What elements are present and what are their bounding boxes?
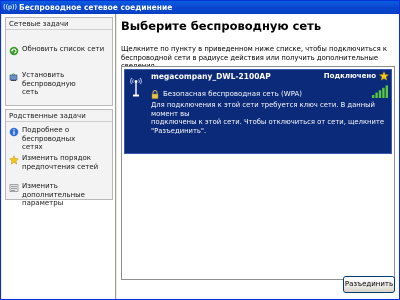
security-lock-icon bbox=[151, 90, 159, 99]
learn-wireless-task[interactable]: Подробнее о беспроводных сетях bbox=[9, 126, 112, 151]
setup-wireless-network-task[interactable]: Установить беспроводную сеть bbox=[9, 71, 112, 96]
main-pane: Выберите беспроводную сеть Щелкните по п… bbox=[117, 14, 399, 299]
window: ((p)) Беспроводное сетевое соединение Се… bbox=[0, 0, 400, 300]
network-info-text: Для подключения к этой сети требуется кл… bbox=[151, 101, 385, 135]
settings-icon bbox=[9, 184, 19, 192]
page-title: Выберите беспроводную сеть bbox=[121, 19, 322, 33]
network-tasks-title: Сетевые задачи bbox=[9, 20, 69, 28]
info-icon bbox=[9, 127, 19, 137]
refresh-icon bbox=[9, 46, 19, 56]
preferred-star-icon bbox=[379, 71, 389, 81]
network-ssid: megacompany_DWL-2100AP bbox=[151, 72, 271, 81]
divider bbox=[6, 29, 112, 30]
refresh-network-list-task[interactable]: Обновить список сети bbox=[9, 45, 112, 57]
connection-status: Подключено bbox=[323, 72, 376, 80]
signal-bar bbox=[375, 92, 378, 98]
signal-bar bbox=[378, 90, 382, 98]
title-bar[interactable]: ((p)) Беспроводное сетевое соединение bbox=[1, 1, 399, 14]
related-tasks-panel: Родственные задачи Подробнее о беспровод… bbox=[5, 109, 113, 207]
signal-strength-icon bbox=[372, 85, 388, 98]
divider bbox=[6, 121, 112, 122]
setup-network-icon bbox=[9, 73, 18, 81]
wireless-antenna-icon bbox=[130, 77, 142, 97]
signal-bar bbox=[382, 87, 385, 98]
setup-wireless-network-label: Установить беспроводную сеть bbox=[22, 71, 76, 96]
window-title: Беспроводное сетевое соединение bbox=[19, 3, 173, 12]
change-preferred-order-task[interactable]: Изменить порядок предпочтения сетей bbox=[9, 154, 112, 174]
network-list-item[interactable]: megacompany_DWL-2100AP Подключено Безопа… bbox=[124, 69, 392, 154]
change-advanced-settings-label: Изменить дополнительные параметры bbox=[22, 182, 85, 207]
security-type: Безопасная беспроводная сеть (WPA) bbox=[163, 90, 302, 98]
change-advanced-settings-task[interactable]: Изменить дополнительные параметры bbox=[9, 182, 112, 207]
disconnect-button[interactable]: Разъединить bbox=[343, 276, 395, 293]
change-preferred-order-label: Изменить порядок предпочтения сетей bbox=[22, 154, 99, 171]
related-tasks-title: Родственные задачи bbox=[9, 112, 86, 120]
network-tasks-panel: Сетевые задачи Обновить список сети Уста… bbox=[5, 17, 113, 106]
signal-bar bbox=[385, 85, 388, 98]
tasks-pane: Сетевые задачи Обновить список сети Уста… bbox=[2, 14, 116, 299]
network-list[interactable]: megacompany_DWL-2100AP Подключено Безопа… bbox=[121, 66, 395, 280]
learn-wireless-label: Подробнее о беспроводных сетях bbox=[22, 126, 76, 151]
star-order-icon bbox=[9, 155, 19, 165]
wireless-connection-icon: ((p)) bbox=[3, 4, 17, 11]
refresh-network-list-label: Обновить список сети bbox=[22, 45, 105, 53]
signal-bar bbox=[372, 95, 375, 98]
